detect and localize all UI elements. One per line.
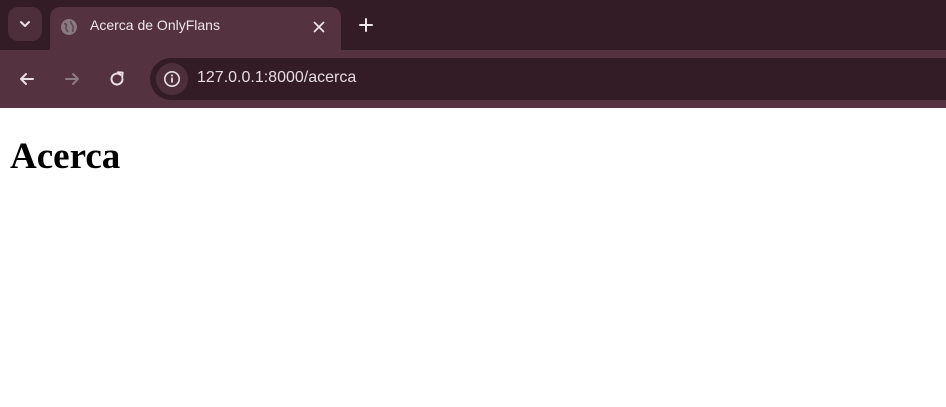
site-info-button[interactable] [156,63,188,95]
toolbar: 127.0.0.1:8000/acerca [0,50,946,108]
tab-close-button[interactable] [308,16,330,38]
tab-strip: Acerca de OnlyFlans [0,0,946,50]
arrow-right-icon [65,73,79,85]
close-icon [313,21,325,33]
tab-search-button[interactable] [8,7,42,41]
reload-icon [110,71,124,86]
back-button[interactable] [13,65,41,93]
browser-window: Acerca de OnlyFlans 127.0.0.1:8000/acerc… [0,0,946,407]
chevron-down-icon [20,21,30,27]
plus-icon [359,18,373,32]
globe-icon [61,19,77,35]
address-bar[interactable]: 127.0.0.1:8000/acerca [150,58,946,100]
url-text[interactable]: 127.0.0.1:8000/acerca [197,69,356,87]
arrow-left-icon [20,73,34,85]
reload-button[interactable] [103,65,131,93]
new-tab-button[interactable] [353,12,379,38]
page-title: Acerca [10,136,121,177]
forward-button[interactable] [58,65,86,93]
page-content: Acerca [0,108,946,407]
tab-title: Acerca de OnlyFlans [90,17,220,33]
tab-active[interactable]: Acerca de OnlyFlans [50,7,341,50]
info-icon [164,71,180,87]
